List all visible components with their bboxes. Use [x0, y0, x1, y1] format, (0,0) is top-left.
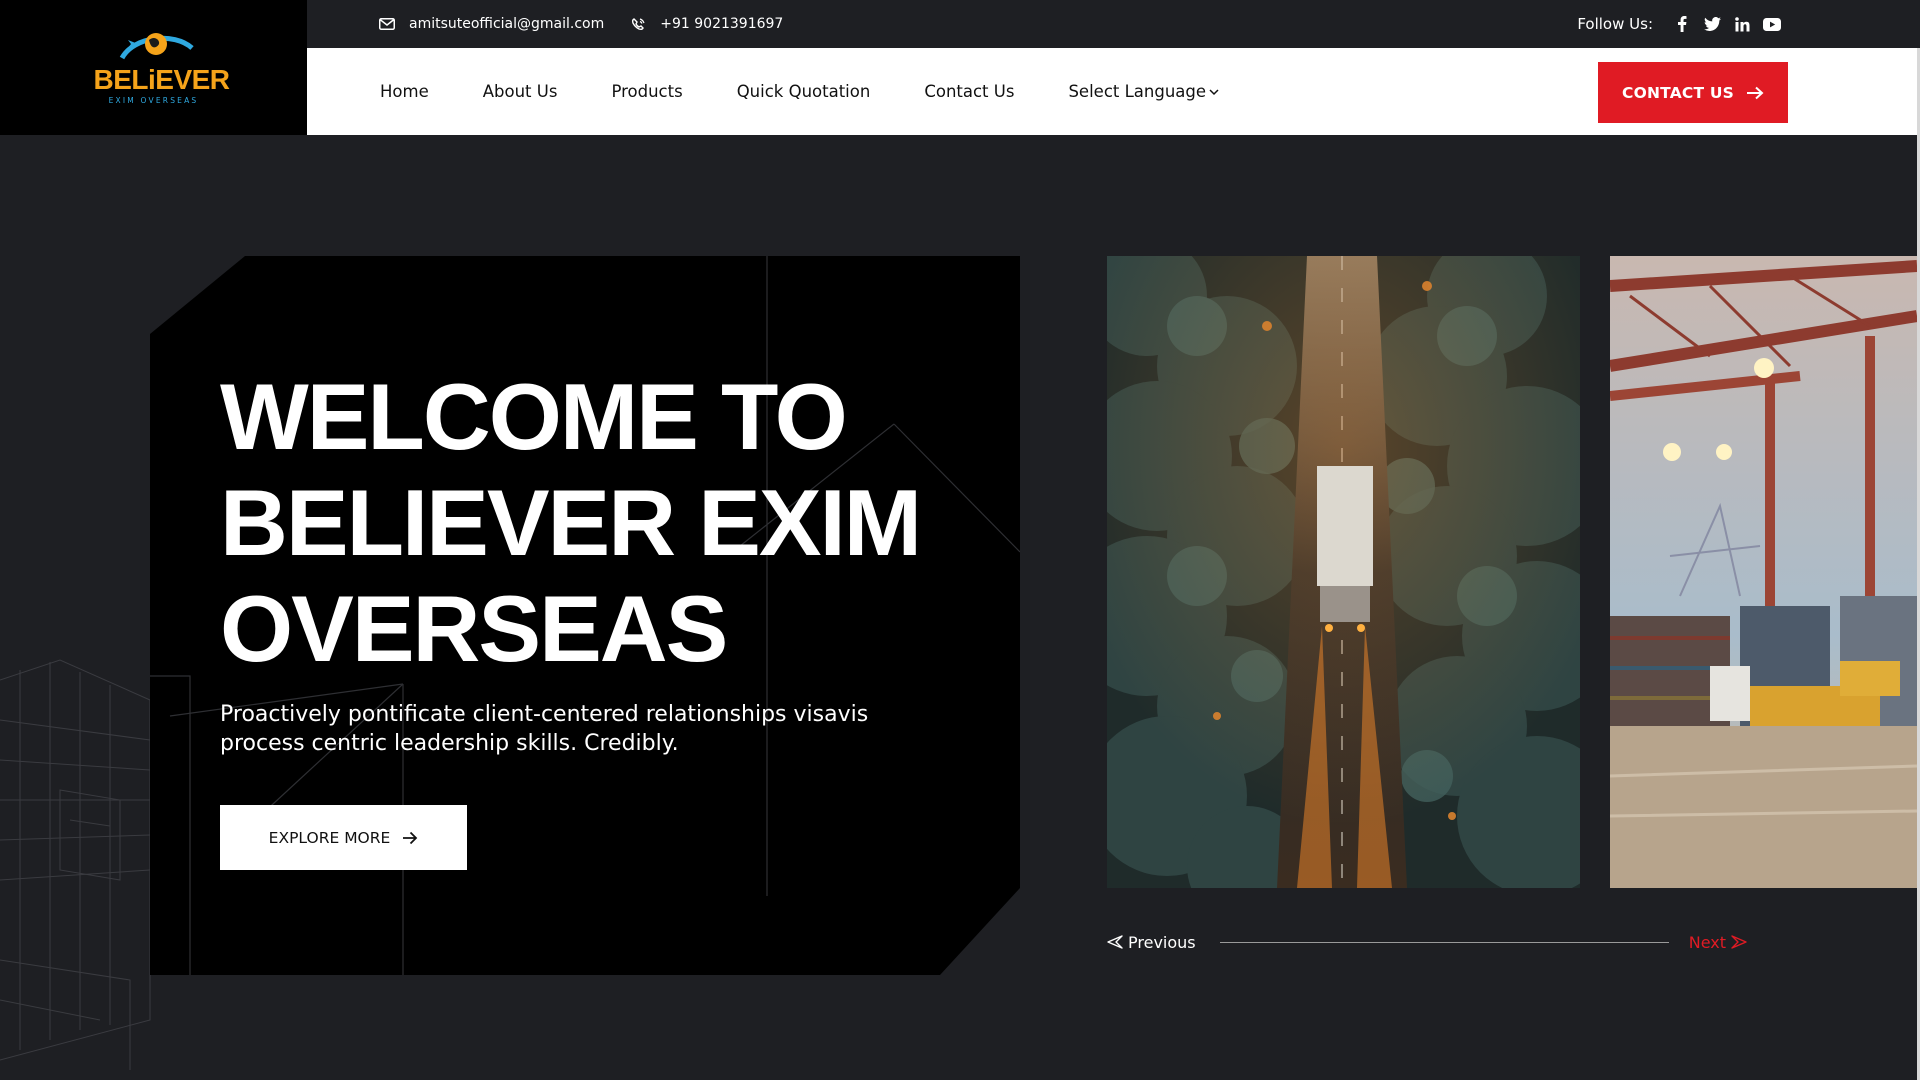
- arrow-left-icon: [1107, 935, 1123, 949]
- next-label: Next: [1688, 932, 1726, 952]
- hero-title-line-1: WELCOME TO: [220, 364, 848, 469]
- explore-more-button[interactable]: EXPLORE MORE: [220, 805, 467, 870]
- hero-subtitle: Proactively pontificate client-centered …: [220, 702, 869, 756]
- hero-title-line-2: BELIEVER EXIM: [220, 470, 922, 575]
- slide-truck-image[interactable]: [1107, 256, 1580, 888]
- nav-quick-quotation[interactable]: Quick Quotation: [737, 82, 871, 101]
- nav-links: Home About Us Products Quick Quotation C…: [380, 82, 1274, 101]
- arrow-right-icon: [403, 831, 418, 844]
- logo-wordmark: BELiEVER: [93, 63, 231, 95]
- logo-tagline: EXIM OVERSEAS: [108, 95, 199, 105]
- logo[interactable]: BELiEVER EXIM OVERSEAS: [93, 28, 231, 108]
- youtube-icon[interactable]: [1757, 15, 1787, 33]
- slider-nav: Previous Next: [1107, 930, 1747, 954]
- nav-contact-us[interactable]: Contact Us: [924, 82, 1014, 101]
- phone-text: +91 9021391697: [660, 16, 784, 32]
- facebook-icon[interactable]: [1667, 15, 1697, 33]
- twitter-icon[interactable]: [1697, 15, 1727, 33]
- hero-title: WELCOME TO BELIEVER EXIM OVERSEAS: [220, 364, 980, 682]
- arrow-right-icon: [1731, 935, 1747, 949]
- logo-block[interactable]: BELiEVER EXIM OVERSEAS: [0, 0, 307, 135]
- main-nav: Home About Us Products Quick Quotation C…: [307, 48, 1917, 135]
- next-button[interactable]: Next: [1689, 933, 1747, 952]
- container-port-cranes-image: [1610, 256, 1917, 888]
- phone-link[interactable]: +91 9021391697: [630, 16, 783, 32]
- top-bar: amitsuteofficial@gmail.com +91 902139169…: [307, 0, 1920, 48]
- hero-card: WELCOME TO BELIEVER EXIM OVERSEAS Proact…: [150, 256, 1020, 975]
- phone-icon: [630, 17, 648, 31]
- truck-on-forest-road-image: [1107, 256, 1580, 888]
- hero-title-line-3: OVERSEAS: [220, 576, 728, 681]
- contact-us-button[interactable]: CONTACT US: [1598, 62, 1788, 123]
- nav-home[interactable]: Home: [380, 82, 429, 101]
- arrow-right-icon: [1746, 86, 1764, 99]
- email-link[interactable]: amitsuteofficial@gmail.com: [379, 16, 604, 32]
- previous-label: Previous: [1128, 932, 1196, 952]
- chevron-down-icon: [1209, 88, 1219, 95]
- slide-port-image[interactable]: [1610, 256, 1917, 888]
- language-label: Select Language: [1068, 82, 1207, 101]
- nav-about-us[interactable]: About Us: [483, 82, 558, 101]
- envelope-icon: [379, 17, 397, 31]
- contact-us-button-label: CONTACT US: [1622, 83, 1734, 102]
- building-outline-decoration: [0, 659, 151, 1070]
- slider-progress-line: [1219, 941, 1669, 943]
- follow-us: Follow Us:: [1577, 15, 1787, 33]
- explore-more-label: EXPLORE MORE: [268, 828, 391, 847]
- previous-button[interactable]: Previous: [1107, 933, 1196, 952]
- follow-label: Follow Us:: [1577, 15, 1653, 33]
- top-contact: amitsuteofficial@gmail.com +91 902139169…: [379, 16, 809, 32]
- linkedin-icon[interactable]: [1727, 15, 1757, 33]
- language-select[interactable]: Select Language: [1068, 82, 1220, 101]
- page: BELiEVER EXIM OVERSEAS amitsuteofficial@…: [0, 0, 1920, 1080]
- nav-products[interactable]: Products: [611, 82, 682, 101]
- email-text: amitsuteofficial@gmail.com: [409, 16, 605, 32]
